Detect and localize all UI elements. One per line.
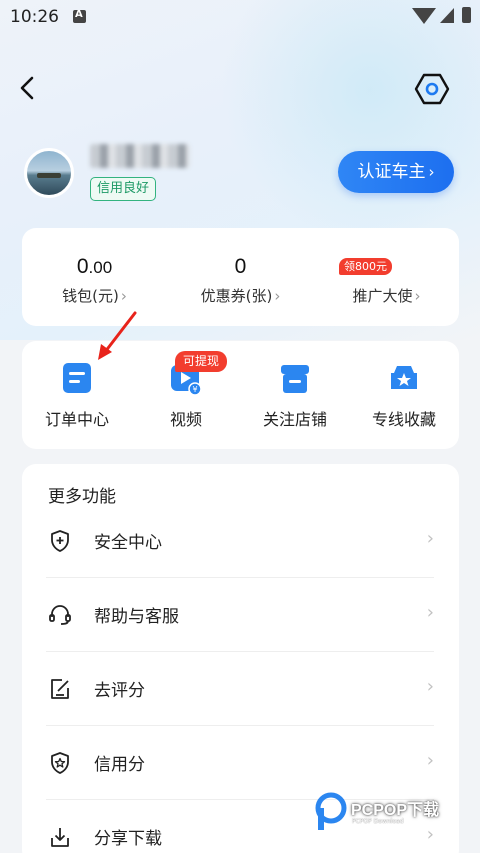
shortcut-followed-stores[interactable]: 关注店铺 [240, 341, 350, 449]
status-bar: 10:26 [0, 0, 480, 34]
order-doc-icon [63, 363, 91, 393]
coupon-stat[interactable]: 0 优惠券(张) › [168, 228, 313, 326]
menu-item-label: 信用分 [94, 755, 145, 775]
avatar[interactable] [24, 148, 74, 198]
chevron-right-icon: › [426, 528, 434, 549]
shortcuts-card: 订单中心 ¥ 视频 关注店铺 专线收藏 [22, 341, 459, 449]
menu-item-security-center[interactable]: 安全中心 › [46, 504, 434, 578]
chevron-right-icon: › [428, 163, 435, 181]
signal-icon [440, 8, 454, 23]
ambassador-stat[interactable]: 推广大使 › [314, 228, 459, 326]
shortcut-label: 订单中心 [44, 410, 109, 429]
shortcut-route-favorites[interactable]: 专线收藏 [349, 341, 459, 449]
menu-item-rate[interactable]: 去评分 › [46, 652, 434, 726]
edit-rating-icon [51, 679, 69, 699]
coupon-value: 0 [234, 255, 247, 278]
promo-badge: 领800元 [339, 258, 392, 275]
shortcut-label: 专线收藏 [371, 410, 436, 429]
chevron-right-icon: › [426, 602, 434, 623]
stats-card: 0.00 钱包(元) › 0 优惠券(张) › 推广大使 › [22, 228, 459, 326]
back-button[interactable] [16, 74, 42, 102]
shortcut-label: 关注店铺 [262, 410, 327, 429]
username-blurred [90, 144, 190, 168]
chevron-right-icon: › [414, 287, 421, 305]
chevron-right-icon: › [426, 676, 434, 697]
chevron-right-icon: › [274, 287, 281, 305]
shield-star-icon [51, 752, 69, 774]
menu-item-label: 分享下载 [94, 829, 162, 849]
menu-item-credit-score[interactable]: 信用分 › [46, 726, 434, 800]
verify-owner-button[interactable]: 认证车主 › [338, 151, 454, 193]
settings-button[interactable] [414, 72, 450, 106]
download-icon [51, 828, 69, 847]
chevron-left-icon [20, 76, 34, 100]
coupon-label: 优惠券(张) › [200, 287, 281, 305]
menu-item-label: 去评分 [94, 681, 145, 701]
chevron-right-icon: › [426, 750, 434, 771]
menu-item-help-support[interactable]: 帮助与客服 › [46, 578, 434, 652]
a-notification-icon [73, 9, 86, 23]
pcpop-watermark: PCPOP下载 PCPOP Download [315, 790, 475, 838]
wallet-label: 钱包(元) › [62, 287, 127, 305]
watermark-title: PCPOP下载 [351, 802, 440, 819]
store-icon [281, 365, 309, 393]
shield-plus-icon [51, 530, 69, 552]
menu-item-label: 帮助与客服 [94, 607, 179, 627]
credit-status-badge: 信用良好 [90, 177, 157, 201]
hexagon-settings-icon [414, 73, 450, 105]
wifi-icon [412, 8, 436, 24]
wallet-value: 0.00 [76, 255, 113, 278]
status-time: 10:26 [10, 7, 59, 27]
svg-text:¥: ¥ [192, 385, 197, 394]
red-pointer-arrow-icon [98, 311, 137, 360]
menu-item-label: 安全中心 [94, 533, 162, 553]
watermark-subtitle: PCPOP Download [352, 818, 404, 825]
chevron-right-icon: › [120, 287, 127, 305]
ambassador-label: 推广大使 › [352, 287, 421, 305]
verify-owner-label: 认证车主 [357, 162, 426, 182]
battery-icon [462, 7, 471, 23]
pcpop-logo-icon [315, 792, 347, 830]
shortcut-label: 视频 [169, 410, 202, 429]
withdraw-badge: 可提现 [175, 351, 227, 372]
headset-icon [49, 605, 71, 625]
car-star-icon [391, 366, 417, 389]
